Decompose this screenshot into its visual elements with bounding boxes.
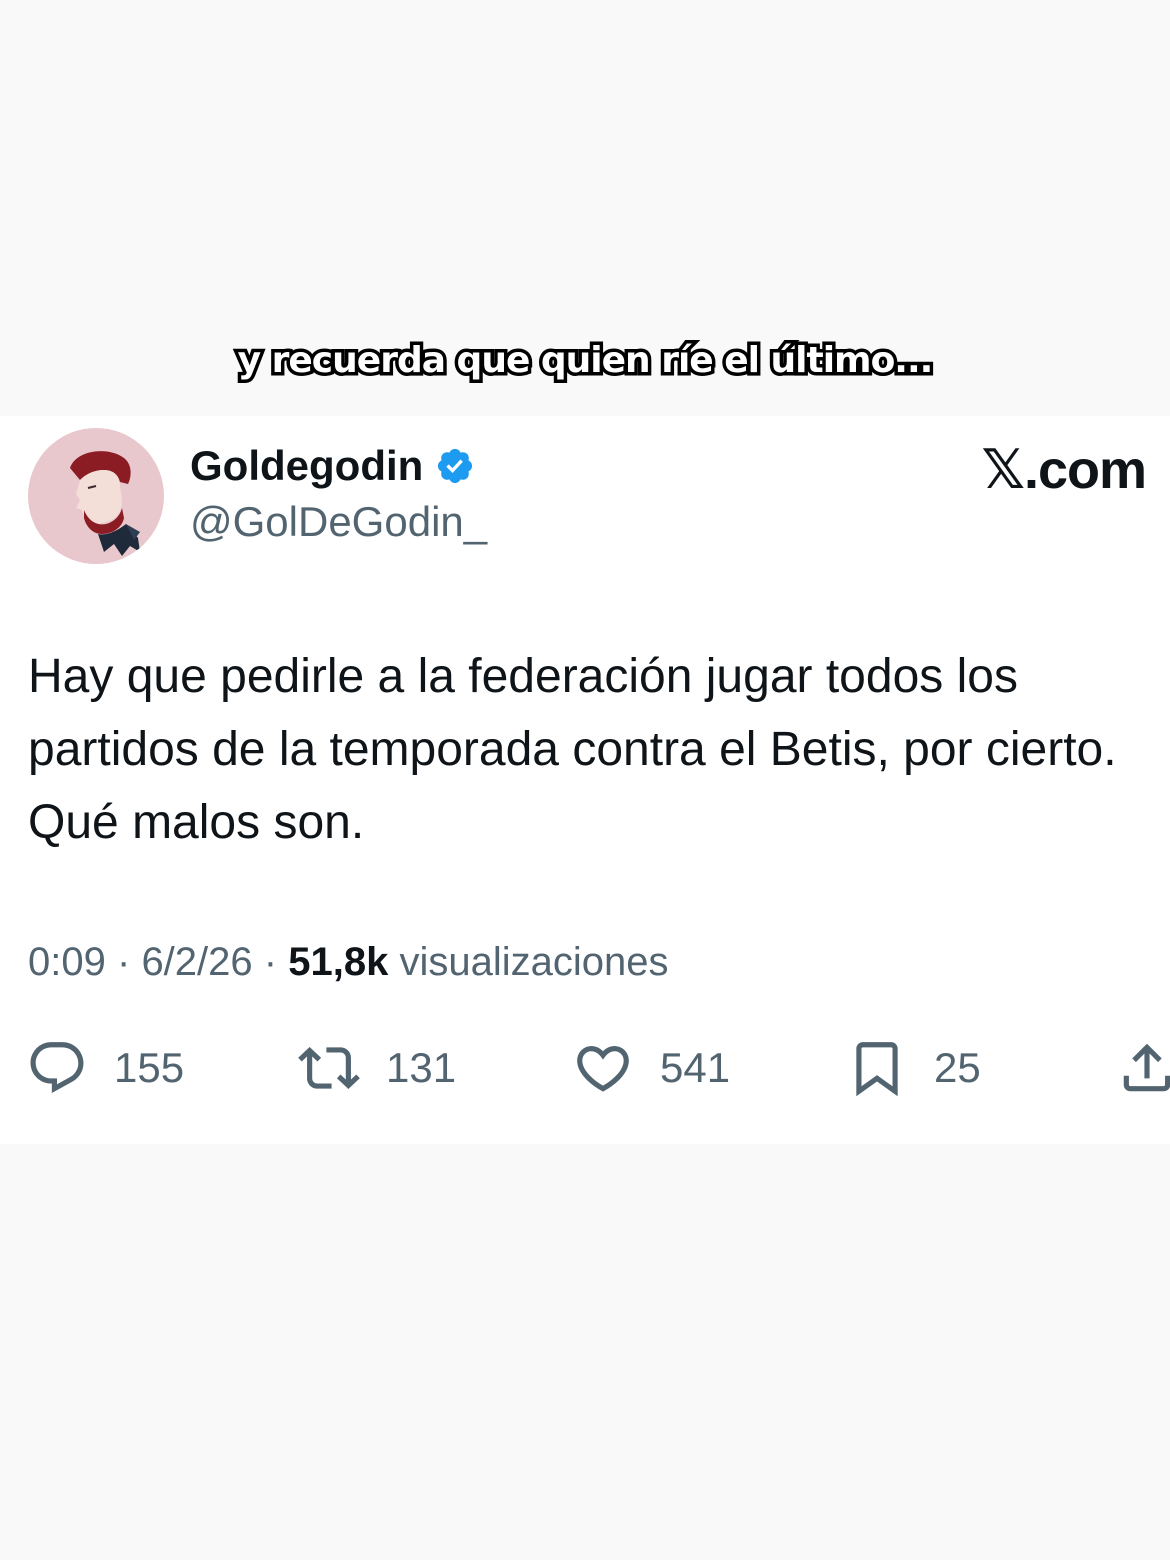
x-com-logo: 𝕏.com	[981, 440, 1147, 500]
bookmark-icon	[856, 1042, 898, 1097]
verified-badge-icon	[438, 448, 473, 484]
like-button[interactable]: 541	[572, 1038, 730, 1098]
author-name-text: Goldegodin	[190, 442, 424, 489]
heart-icon	[577, 1046, 629, 1092]
tweet-text: Hay que pedirle a la federación jugar to…	[28, 650, 1117, 849]
like-count: 541	[660, 1044, 731, 1091]
repost-count: 131	[386, 1044, 457, 1091]
meta-separator: ·	[116, 940, 131, 984]
share-button[interactable]	[1116, 1038, 1170, 1098]
reply-icon	[30, 1042, 84, 1094]
repost-icon	[298, 1047, 360, 1089]
reply-button[interactable]: 155	[26, 1038, 184, 1098]
author-handle[interactable]: @GolDeGodin_	[190, 496, 487, 548]
meta-separator: ·	[263, 940, 278, 984]
tweet-meta: 0:09 · 6/2/26 · 51,8k visualizaciones	[28, 934, 669, 990]
avatar[interactable]	[28, 428, 164, 564]
tweet-date[interactable]: 6/2/26	[141, 940, 252, 984]
author-display-name[interactable]: Goldegodin	[190, 440, 475, 492]
views-count: 51,8k	[288, 940, 389, 984]
reply-count: 155	[114, 1044, 185, 1091]
tweet-actions-bar: 155 131 541 25	[0, 1038, 1170, 1098]
bookmark-count: 25	[934, 1044, 981, 1091]
tweet-time[interactable]: 0:09	[28, 940, 106, 984]
tweet-card: Goldegodin @GolDeGodin_ 𝕏.com Hay que pe…	[0, 416, 1170, 1144]
views-label: visualizaciones	[399, 940, 669, 984]
bookmark-button[interactable]: 25	[846, 1038, 981, 1098]
avatar-portrait-icon	[28, 428, 164, 564]
share-icon	[1123, 1043, 1170, 1092]
repost-button[interactable]: 131	[298, 1038, 456, 1098]
video-caption: y recuerda que quien ríe el último...	[234, 337, 937, 385]
